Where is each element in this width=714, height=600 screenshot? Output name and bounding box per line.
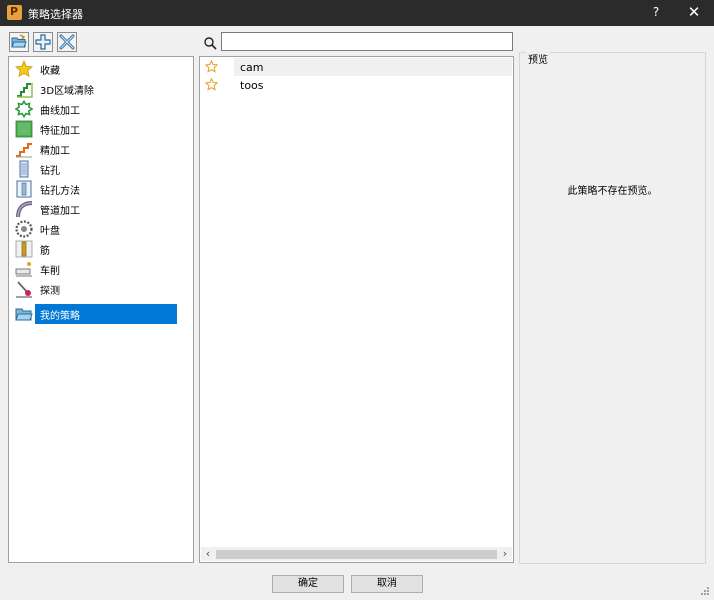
tree-item-label: 收藏 [40,66,60,77]
add-strategy-button[interactable] [33,32,53,52]
turning-icon [15,260,33,278]
search-icon [204,37,217,53]
area-clearance-icon [15,80,33,98]
tree-item-label: 我的策略 [35,304,177,324]
close-button[interactable]: ✕ [684,3,704,21]
my-strategies-folder-icon [15,305,33,323]
probing-icon [15,280,33,298]
tree-item-probing[interactable]: 探测 [13,279,179,299]
tree-item-label: 特征加工 [40,126,80,137]
edit-strategy-button[interactable] [57,32,77,52]
strategy-name: toos [240,79,264,92]
tree-item-label: 探测 [40,286,60,297]
tree-item-label: 钻孔 [40,166,60,177]
scroll-left-arrow-icon[interactable]: ‹ [201,547,215,561]
tree-item-label: 钻孔方法 [40,186,80,197]
favorite-star-icon[interactable] [204,59,219,76]
strategy-name: cam [234,58,512,76]
tree-item-curve-machining[interactable]: 曲线加工 [13,99,179,119]
tree-item-label: 车削 [40,266,60,277]
tree-item-label: 叶盘 [40,226,60,237]
ok-button[interactable]: 确定 [272,575,344,593]
tree-item-label: 筋 [40,246,50,257]
strategy-list[interactable]: cam toos ‹ › [199,56,514,563]
tree-item-blisk[interactable]: 叶盘 [13,219,179,239]
star-icon [15,59,33,78]
finishing-icon [15,140,33,158]
scroll-right-arrow-icon[interactable]: › [498,547,512,561]
tree-item-my-strategies[interactable]: 我的策略 [13,304,179,324]
tree-item-turning[interactable]: 车削 [13,259,179,279]
search-input[interactable] [221,32,513,51]
tree-item-area-clearance[interactable]: 3D区域清除 [13,79,179,99]
cancel-button[interactable]: 取消 [351,575,423,593]
window-title: 策略选择器 [28,8,83,21]
list-item[interactable]: cam [201,58,512,76]
tree-item-drilling[interactable]: 钻孔 [13,159,179,179]
rib-icon [15,240,33,258]
open-folder-button[interactable] [9,32,29,52]
scrollbar-thumb[interactable] [216,550,497,559]
tree-item-label: 精加工 [40,146,70,157]
favorite-star-icon[interactable] [204,77,219,94]
tree-item-label: 曲线加工 [40,106,80,117]
feature-machining-icon [15,120,33,138]
preview-panel [519,52,706,564]
tree-item-finishing[interactable]: 精加工 [13,139,179,159]
blisk-icon [15,220,33,238]
title-bar: 策略选择器 ? ✕ [0,0,714,26]
tree-item-pipe-machining[interactable]: 管道加工 [13,199,179,219]
preview-message: 此策略不存在预览。 [567,186,658,197]
curve-machining-icon [14,100,34,118]
help-button[interactable]: ? [648,5,664,19]
preview-title: 预览 [526,51,550,66]
tree-item-favorites[interactable]: 收藏 [13,59,179,79]
resize-grip-icon[interactable] [700,586,710,599]
tree-item-feature-machining[interactable]: 特征加工 [13,119,179,139]
pipe-machining-icon [15,200,33,218]
category-tree[interactable]: 收藏 3D区域清除 曲线加工 特征加工 精加工 钻孔 钻孔方法 管道加工 叶盘 … [8,56,194,563]
horizontal-scrollbar[interactable]: ‹ › [201,547,512,561]
drilling-method-icon [15,180,33,198]
list-item[interactable]: toos [201,76,512,94]
tree-item-drilling-method[interactable]: 钻孔方法 [13,179,179,199]
drilling-icon [15,160,33,178]
tree-item-rib[interactable]: 筋 [13,239,179,259]
tree-item-label: 管道加工 [40,206,80,217]
app-logo-icon [7,5,22,20]
tree-item-label: 3D区域清除 [40,86,95,97]
